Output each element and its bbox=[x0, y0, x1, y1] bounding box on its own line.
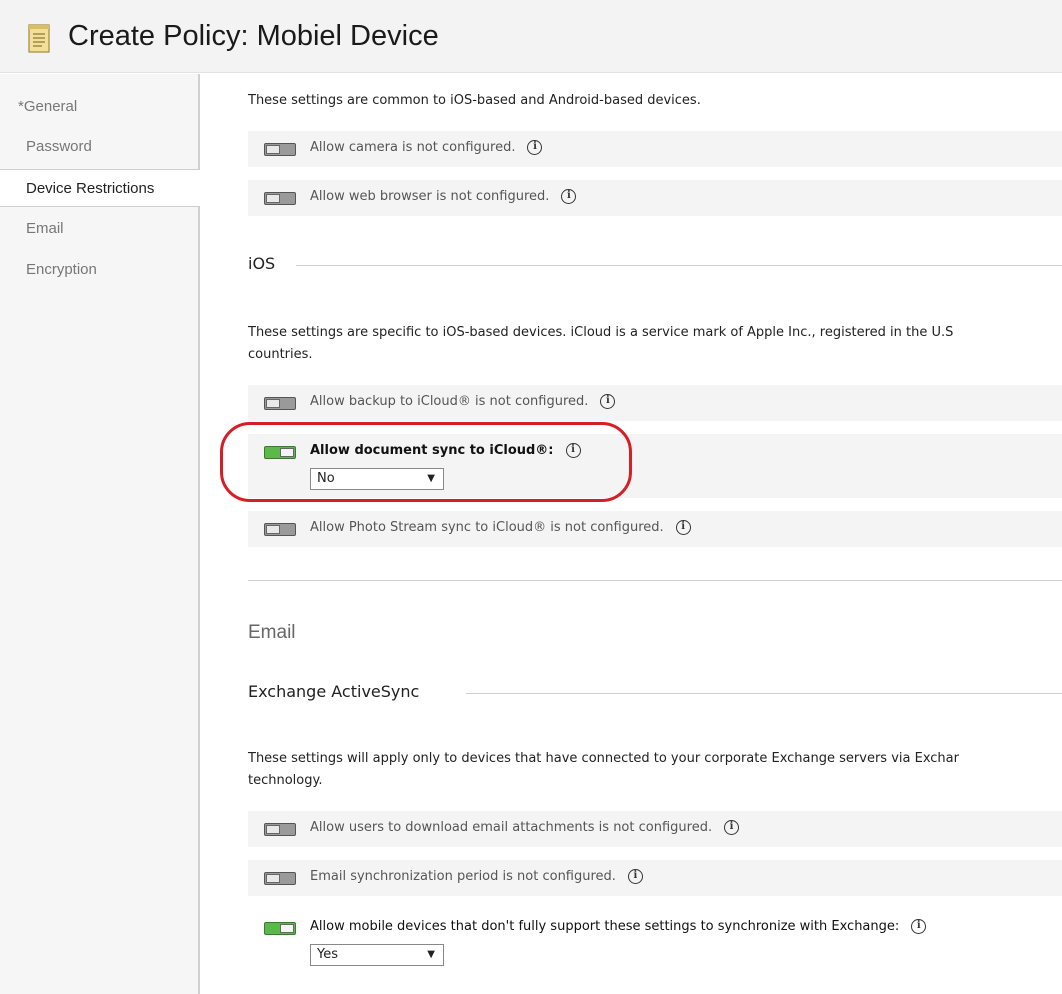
ios-intro-line1: These settings are specific to iOS-based… bbox=[248, 325, 954, 340]
settings-panel: These settings are common to iOS-based a… bbox=[200, 74, 1062, 994]
setting-row-unsupported-devices: Allow mobile devices that don't fully su… bbox=[248, 910, 1062, 974]
sidebar-item-encryption[interactable]: Encryption bbox=[0, 251, 196, 289]
info-icon[interactable]: i bbox=[911, 919, 927, 934]
email-intro-line1: These settings will apply only to device… bbox=[248, 751, 959, 766]
info-icon[interactable]: i bbox=[565, 443, 581, 458]
ios-intro-line2: countries. bbox=[248, 347, 313, 362]
sidebar-item-email[interactable]: Email bbox=[0, 210, 196, 248]
setting-row-email-sync-period: Email synchronization period is not conf… bbox=[248, 860, 1062, 896]
email-section-heading: Email bbox=[248, 622, 296, 643]
setting-row-icloud-document-sync: Allow document sync to iCloud®: i No ▼ bbox=[248, 434, 1062, 498]
setting-label: Allow camera is not configured. bbox=[310, 140, 516, 155]
sidebar-item-device-restrictions[interactable]: Device Restrictions bbox=[0, 169, 200, 207]
setting-row-email-attachments: Allow users to download email attachment… bbox=[248, 811, 1062, 847]
section-divider bbox=[466, 693, 1062, 694]
setting-label: Email synchronization period is not conf… bbox=[310, 869, 616, 884]
chevron-down-icon: ▼ bbox=[427, 473, 435, 484]
section-divider bbox=[248, 580, 1062, 581]
sidebar-nav: *General Password Device Restrictions Em… bbox=[0, 74, 200, 994]
toggle-switch[interactable] bbox=[264, 446, 296, 459]
email-intro-line2: technology. bbox=[248, 773, 323, 788]
setting-row-camera: Allow camera is not configured. i bbox=[248, 131, 1062, 167]
info-icon[interactable]: i bbox=[527, 140, 543, 155]
setting-label: Allow web browser is not configured. bbox=[310, 189, 550, 204]
toggle-switch[interactable] bbox=[264, 872, 296, 885]
toggle-switch[interactable] bbox=[264, 523, 296, 536]
setting-label: Allow mobile devices that don't fully su… bbox=[310, 919, 900, 934]
info-icon[interactable]: i bbox=[561, 189, 577, 204]
select-value: Yes bbox=[317, 947, 338, 962]
common-intro: These settings are common to iOS-based a… bbox=[248, 93, 701, 108]
setting-label: Allow users to download email attachment… bbox=[310, 820, 713, 835]
toggle-switch[interactable] bbox=[264, 192, 296, 205]
sidebar-item-general[interactable]: *General bbox=[0, 88, 196, 126]
toggle-switch[interactable] bbox=[264, 397, 296, 410]
info-icon[interactable]: i bbox=[724, 820, 740, 835]
page-title: Create Policy: Mobiel Device bbox=[68, 20, 439, 52]
document-icon bbox=[28, 24, 50, 53]
toggle-switch[interactable] bbox=[264, 922, 296, 935]
setting-row-icloud-backup: Allow backup to iCloud® is not configure… bbox=[248, 385, 1062, 421]
toggle-switch[interactable] bbox=[264, 823, 296, 836]
info-icon[interactable]: i bbox=[675, 520, 691, 535]
setting-label: Allow Photo Stream sync to iCloud® is no… bbox=[310, 520, 664, 535]
sidebar-item-password[interactable]: Password bbox=[0, 128, 196, 166]
page-header: Create Policy: Mobiel Device bbox=[0, 0, 1062, 73]
info-icon[interactable]: i bbox=[627, 869, 643, 884]
setting-row-photo-stream: Allow Photo Stream sync to iCloud® is no… bbox=[248, 511, 1062, 547]
ios-section-heading: iOS bbox=[248, 254, 286, 273]
document-sync-select[interactable]: No ▼ bbox=[310, 468, 444, 490]
chevron-down-icon: ▼ bbox=[427, 949, 435, 960]
setting-row-web-browser: Allow web browser is not configured. i bbox=[248, 180, 1062, 216]
select-value: No bbox=[317, 471, 335, 486]
setting-label: Allow backup to iCloud® is not configure… bbox=[310, 394, 589, 409]
setting-label: Allow document sync to iCloud®: bbox=[310, 443, 554, 458]
exchange-activesync-heading: Exchange ActiveSync bbox=[248, 682, 430, 701]
unsupported-devices-select[interactable]: Yes ▼ bbox=[310, 944, 444, 966]
section-divider bbox=[296, 265, 1062, 266]
toggle-switch[interactable] bbox=[264, 143, 296, 156]
info-icon[interactable]: i bbox=[600, 394, 616, 409]
